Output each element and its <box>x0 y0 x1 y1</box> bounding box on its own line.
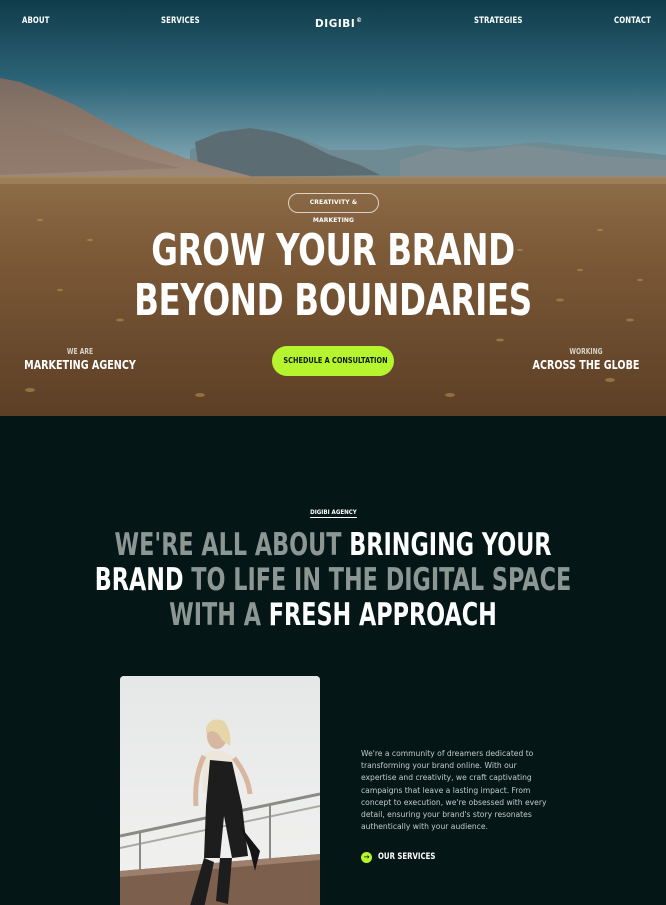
hero-tag-pill: CREATIVITY & MARKETING <box>288 193 379 224</box>
hero-right-caption: WORKING ACROSS THE GLOBE <box>511 347 661 373</box>
left-caption-small: WE ARE <box>66 347 94 356</box>
model-photo-image <box>120 676 320 905</box>
our-services-label: OUR SERVICES <box>378 852 436 862</box>
statement-bright-text: BRAND <box>94 562 192 598</box>
nav-link-contact[interactable]: CONTACT <box>614 14 651 28</box>
headline-line-1: GROW YOUR BRAND <box>151 225 515 276</box>
statement-bright-text: BRINGING YOUR <box>349 527 552 563</box>
statement-bright-text: FRESH APPROACH <box>268 597 497 633</box>
schedule-consultation-button[interactable]: SCHEDULE A CONSULTATION <box>272 346 394 376</box>
section-tag-label: DIGIBI AGENCY <box>309 508 357 518</box>
statement-line-3: WITH A FRESH APPROACH <box>93 598 573 633</box>
logo-mark: © <box>356 17 363 24</box>
section-tag: DIGIBI AGENCY <box>0 508 666 518</box>
brand-logo[interactable]: DIGIBI© <box>315 14 363 31</box>
statement-dim-text: TO LIFE IN THE DIGITAL SPACE <box>191 562 572 598</box>
headline-line-2: BEYOND BOUNDARIES <box>134 275 532 326</box>
statement-dim-text: WE'RE ALL ABOUT <box>114 527 350 563</box>
logo-text: DIGIBI <box>315 17 356 30</box>
our-services-link[interactable]: → OUR SERVICES <box>361 850 448 864</box>
arrow-right-icon: → <box>361 851 372 863</box>
statement-line-1: WE'RE ALL ABOUT BRINGING YOUR <box>93 528 573 563</box>
nav-link-about[interactable]: ABOUT <box>22 14 49 28</box>
about-section: DIGIBI AGENCY WE'RE ALL ABOUT BRINGING Y… <box>0 416 666 905</box>
right-caption-big: ACROSS THE GLOBE <box>532 358 640 372</box>
about-statement: WE'RE ALL ABOUT BRINGING YOUR BRAND TO L… <box>0 528 666 633</box>
cta-label: SCHEDULE A CONSULTATION <box>283 356 388 365</box>
hero-section: ABOUT SERVICES DIGIBI© STRATEGIES CONTAC… <box>0 0 666 416</box>
about-description: We're a community of dreamers dedicated … <box>361 749 547 832</box>
nav-link-services[interactable]: SERVICES <box>161 14 200 28</box>
nav-link-strategies[interactable]: STRATEGIES <box>474 14 522 28</box>
model-photo <box>120 676 320 905</box>
hero-left-caption: WE ARE MARKETING AGENCY <box>5 347 155 373</box>
statement-line-2: BRAND TO LIFE IN THE DIGITAL SPACE <box>93 563 573 598</box>
right-caption-small: WORKING <box>569 347 603 356</box>
top-nav: ABOUT SERVICES DIGIBI© STRATEGIES CONTAC… <box>0 14 666 30</box>
statement-dim-text: WITH A <box>169 597 269 633</box>
hero-headline: GROW YOUR BRAND BEYOND BOUNDARIES <box>0 226 666 326</box>
left-caption-big: MARKETING AGENCY <box>24 358 136 372</box>
